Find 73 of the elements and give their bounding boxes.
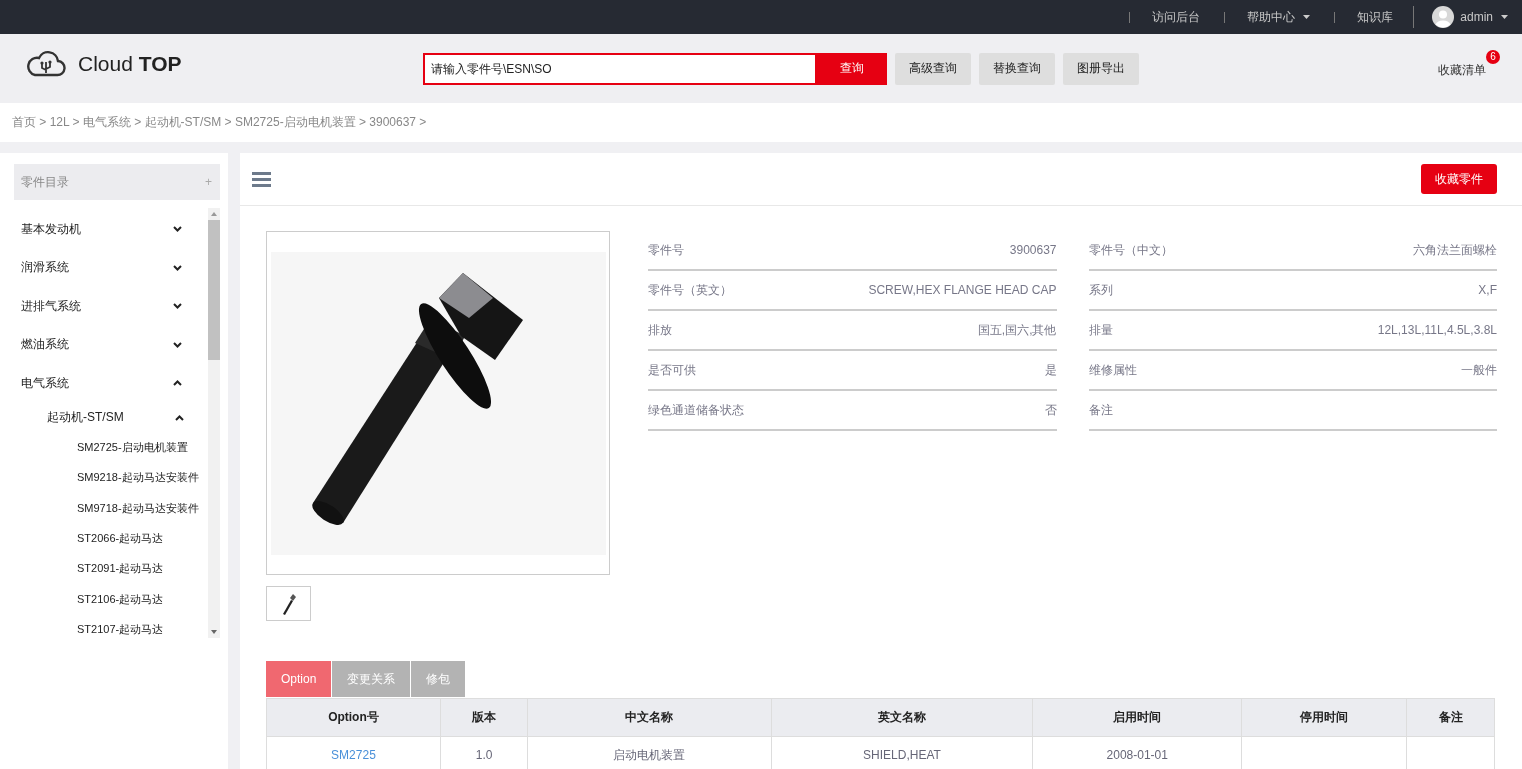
field-value: 3900637	[1009, 243, 1057, 257]
tree-item[interactable]: 润滑系统	[14, 248, 208, 287]
table-cell: 2008-01-01	[1106, 748, 1168, 762]
column-header: 英文名称	[771, 698, 1033, 737]
query-button[interactable]: 高级查询	[895, 52, 971, 85]
caret-icon	[1501, 15, 1508, 19]
chevron-down-icon	[173, 264, 182, 271]
cloud-logo-icon	[26, 50, 66, 77]
catalog-title: 零件目录	[21, 173, 69, 191]
field-value: X,F	[1478, 283, 1497, 297]
user-name[interactable]: admin	[1460, 10, 1493, 24]
tree-item[interactable]: ST2107-起动马达	[14, 614, 208, 645]
table-cell: SHIELD,HEAT	[863, 748, 941, 762]
nav-link[interactable]: 知识库	[1334, 11, 1394, 23]
chevron-down-icon	[173, 341, 182, 348]
tree-item[interactable]: 进排气系统	[14, 287, 208, 326]
search-field[interactable]: 请输入零件号\ESN\SO	[423, 52, 817, 85]
field-value: 六角法兰面螺栓	[1413, 241, 1497, 259]
avatar-icon[interactable]	[1432, 6, 1455, 28]
menu-icon[interactable]	[252, 171, 271, 187]
scrollbar[interactable]	[208, 208, 220, 638]
image-thumbnail[interactable]	[266, 586, 311, 621]
field-label: 排量	[1088, 321, 1113, 339]
field-value: 一般件	[1461, 361, 1497, 379]
chevron-up-icon	[175, 414, 184, 421]
field-value: 否	[1044, 401, 1057, 419]
column-header: 启用时间	[1032, 698, 1242, 737]
bolt-thumbnail-icon	[281, 592, 296, 615]
column-header: 版本	[440, 698, 528, 737]
field-value: 12L,13L,11L,4.5L,3.8L	[1377, 323, 1497, 337]
caret-icon	[1303, 15, 1311, 19]
chevron-down-icon	[173, 303, 182, 310]
tree-item[interactable]: 电气系统	[14, 364, 208, 403]
field-label: 是否可供	[648, 361, 696, 379]
field-label: 绿色通道储备状态	[648, 401, 744, 419]
field-label: 系列	[1088, 281, 1113, 299]
nav-link[interactable]: 访问后台	[1129, 11, 1201, 23]
column-header: 备注	[1406, 698, 1495, 737]
field-value: 国五,国六,其他	[977, 321, 1057, 339]
field-label: 排放	[648, 321, 672, 339]
tree-item[interactable]: ST2066-起动马达	[14, 523, 208, 554]
count-badge: 6	[1486, 50, 1500, 64]
field-label: 维修属性	[1088, 361, 1137, 379]
scroll-down-arrow-icon[interactable]	[211, 630, 217, 634]
query-button[interactable]: 替换查询	[979, 52, 1055, 85]
column-header: 停用时间	[1241, 698, 1407, 737]
field-label: 零件号	[648, 241, 684, 259]
column-header: 中文名称	[527, 698, 772, 737]
tree-item[interactable]: 燃油系统	[14, 325, 208, 364]
tree-item[interactable]: 起动机-ST/SM	[14, 402, 208, 433]
chevron-down-icon	[173, 226, 182, 233]
nav-link[interactable]: 帮助中心	[1224, 11, 1311, 23]
favorites-link[interactable]: 收藏清单	[1438, 63, 1486, 77]
field-label: 零件号（英文）	[648, 281, 732, 299]
column-header: Option号	[266, 698, 441, 737]
tree-item[interactable]: SM9218-起动马达安装件	[14, 462, 208, 494]
tree-item[interactable]: 基本发动机	[14, 210, 208, 249]
tree-item[interactable]: SM2725-启动电机装置	[14, 432, 208, 463]
field-value: 是	[1044, 361, 1057, 379]
brand-name: Cloud TOP	[78, 51, 182, 76]
tree-item[interactable]: ST2091-起动马达	[14, 553, 208, 584]
table-cell: 1.0	[475, 748, 493, 762]
search-button[interactable]: 查询	[817, 52, 887, 85]
tree-item[interactable]: ST2106-起动马达	[14, 584, 208, 615]
tree-item[interactable]: SM9718-起动马达安装件	[14, 493, 208, 524]
favorite-part-button[interactable]: 收藏零件	[1421, 164, 1497, 194]
table-cell: 启动电机装置	[613, 747, 686, 762]
chevron-up-icon	[173, 380, 182, 387]
field-label: 零件号（中文）	[1088, 241, 1173, 259]
query-button[interactable]: 图册导出	[1063, 52, 1139, 85]
field-label: 备注	[1088, 401, 1113, 419]
breadcrumb: 首页 > 12L > 电气系统 > 起动机-ST/SM > SM2725-启动电机装置 > 3900637 >	[12, 114, 427, 131]
field-value: SCREW,HEX FLANGE HEAD CAP	[868, 283, 1057, 297]
